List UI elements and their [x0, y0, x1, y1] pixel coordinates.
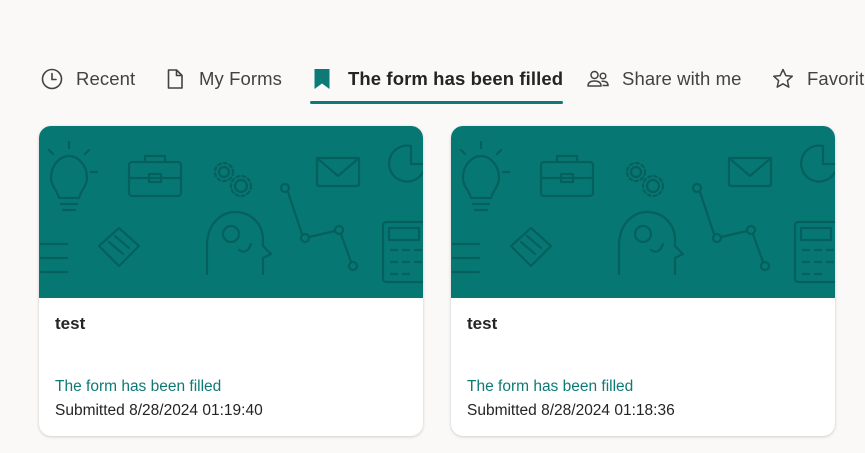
tab-recent-label: Recent [76, 68, 136, 89]
tab-favorites[interactable]: Favorites [771, 56, 865, 102]
card-submitted-time: Submitted 8/28/2024 01:18:36 [467, 402, 675, 419]
card-banner [451, 126, 835, 298]
tab-bar: Recent My Forms The form has been filled [0, 56, 865, 104]
tab-share-with-me-label: Share with me [622, 68, 742, 89]
card-banner [39, 126, 423, 298]
tab-my-forms[interactable]: My Forms [163, 56, 282, 102]
form-card[interactable]: test The form has been filled Submitted … [39, 126, 423, 436]
form-card[interactable]: test The form has been filled Submitted … [451, 126, 835, 436]
tab-form-filled[interactable]: The form has been filled [310, 56, 564, 104]
star-icon [771, 67, 795, 91]
tab-form-filled-label: The form has been filled [348, 68, 564, 89]
active-tab-indicator [310, 101, 564, 104]
document-icon [163, 67, 187, 91]
card-status: The form has been filled [55, 378, 222, 395]
card-status: The form has been filled [467, 378, 634, 395]
clock-icon [40, 67, 64, 91]
card-title: test [55, 314, 86, 333]
tab-share-with-me[interactable]: Share with me [586, 56, 742, 102]
tab-favorites-label: Favorites [807, 68, 865, 89]
tab-recent[interactable]: Recent [40, 56, 135, 102]
tab-my-forms-label: My Forms [199, 68, 283, 89]
bookmark-icon [310, 67, 334, 91]
people-icon [586, 67, 610, 91]
card-title: test [467, 314, 498, 333]
card-submitted-time: Submitted 8/28/2024 01:19:40 [55, 402, 263, 419]
